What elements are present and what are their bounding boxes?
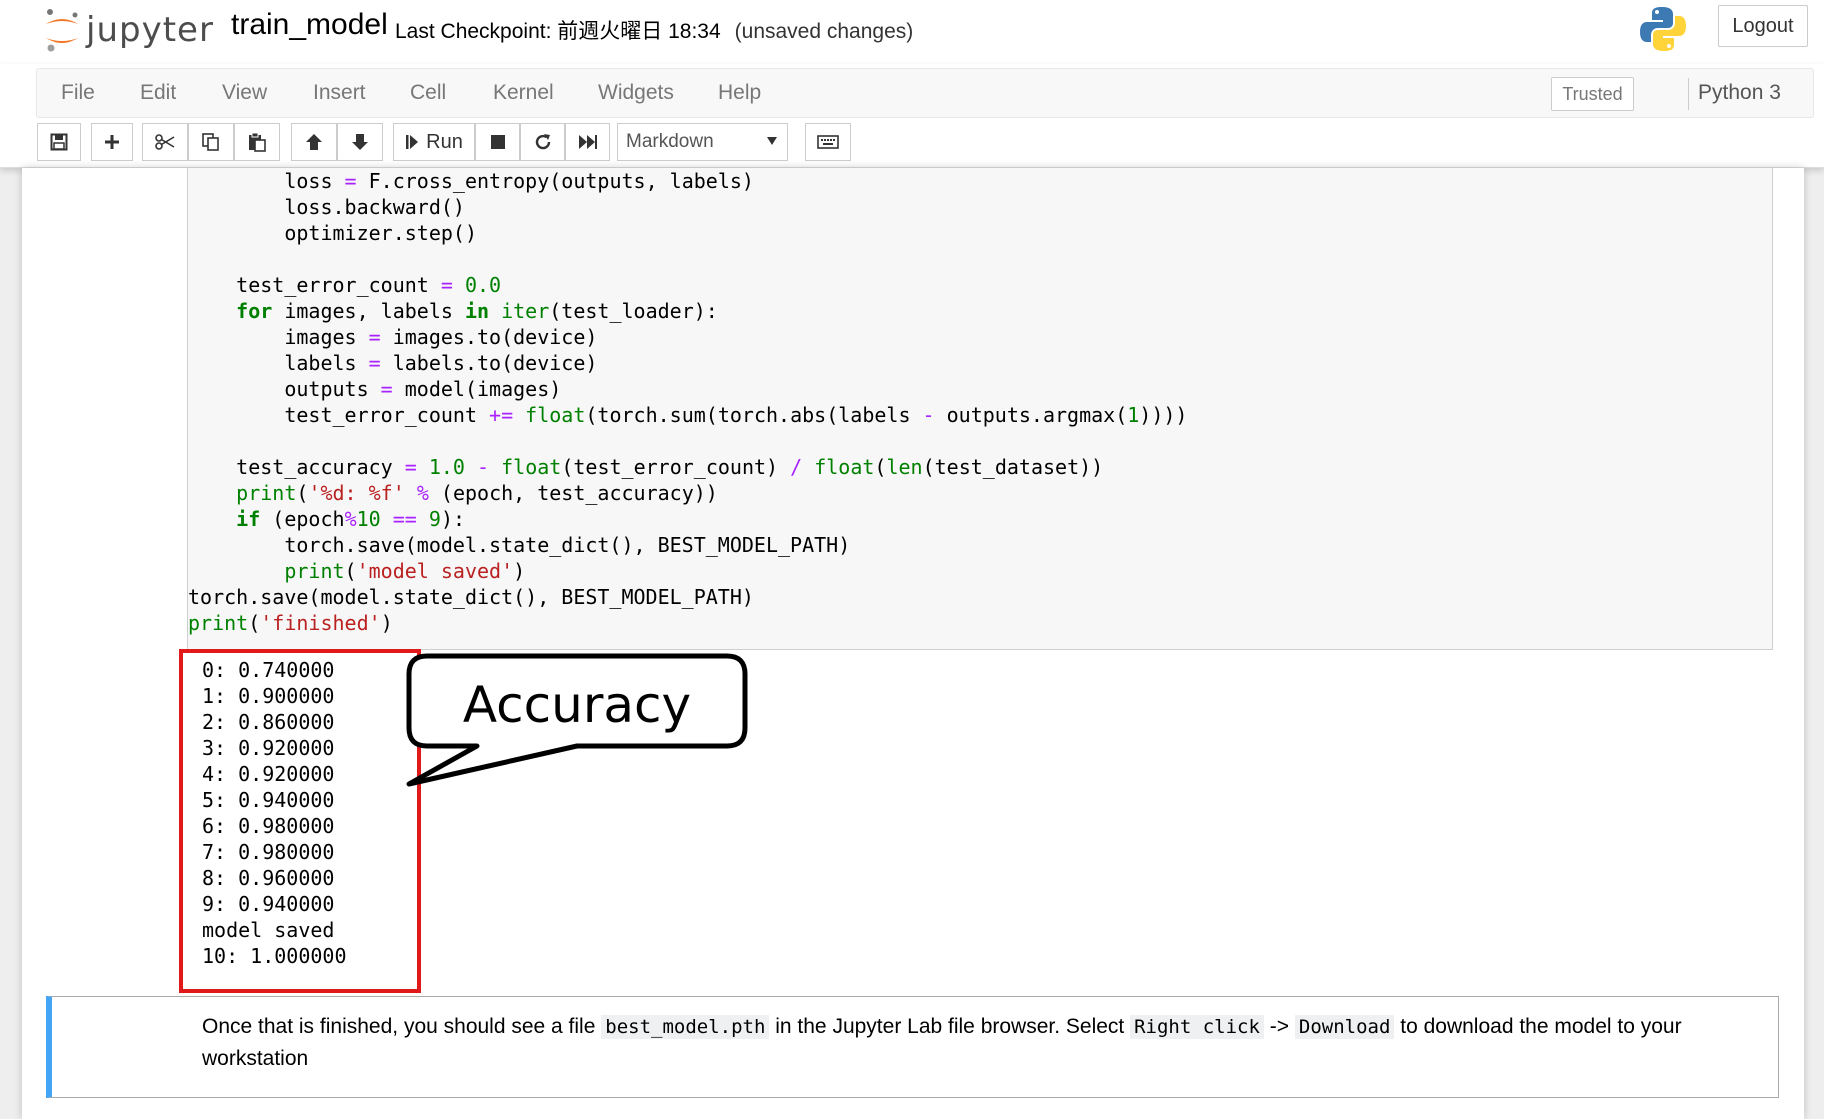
menu-help[interactable]: Help [718,81,761,105]
code-line: test_error_count = 0.0 [188,273,502,297]
output-line: 0: 0.740000 [202,658,335,682]
clipboard-icon [249,132,266,152]
logout-button[interactable]: Logout [1718,5,1808,47]
header: jupyter train_model Last Checkpoint: 前週火… [0,0,1824,64]
output-line: 7: 0.980000 [202,840,335,864]
menu-file[interactable]: File [61,81,95,105]
menubar: File Edit View Insert Cell Kernel Widget… [36,68,1814,118]
run-button[interactable]: Run [393,123,475,161]
cell-type-value: Markdown [626,131,714,152]
insert-cell-button[interactable] [91,123,133,161]
inline-code: Download [1294,1015,1395,1039]
jupyter-logo[interactable]: jupyter [42,4,214,56]
inline-code: Right click [1130,1015,1264,1039]
output-line: 4: 0.920000 [202,762,335,786]
cell-output: 0: 0.740000 1: 0.900000 2: 0.860000 3: 0… [180,647,430,992]
code-line: images = images.to(device) [188,325,598,349]
arrow-up-icon [306,134,322,150]
step-forward-icon [406,135,419,149]
scissors-icon [155,134,175,150]
cell-type-select[interactable]: Markdown [617,123,788,161]
output-line: 2: 0.860000 [202,710,335,734]
command-palette-button[interactable] [805,123,851,161]
kernel-separator [1688,78,1689,110]
arrow-down-icon [352,134,368,150]
copy-button[interactable] [188,123,234,161]
chevron-down-icon [767,137,777,145]
markdown-cell[interactable]: Once that is finished, you should see a … [46,996,1779,1098]
checkpoint-status: Last Checkpoint: 前週火曜日 18:34 (unsaved cha… [395,15,913,45]
restart-run-all-button[interactable] [565,123,610,161]
notebook-name[interactable]: train_model [231,8,388,42]
jupyter-logo-text: jupyter [86,10,214,50]
accuracy-callout: Accuracy [406,653,748,787]
code-line: labels = labels.to(device) [188,351,598,375]
menu-cell[interactable]: Cell [410,81,446,105]
code-line: test_accuracy = 1.0 - float(test_error_c… [188,455,1104,479]
move-up-button[interactable] [291,123,337,161]
cut-button[interactable] [142,123,188,161]
code-line: for images, labels in iter(test_loader): [236,299,718,323]
refresh-icon [535,134,550,150]
jupyter-logo-icon [46,9,78,52]
menu-insert[interactable]: Insert [313,81,366,105]
code-line: loss.backward() [188,195,465,219]
output-line: 1: 0.900000 [202,684,335,708]
menu-kernel[interactable]: Kernel [493,81,554,105]
code-line: outputs = model(images) [188,377,562,401]
code-line: if (epoch%10 == 9): [236,507,466,531]
markdown-text-part: in the Jupyter Lab file browser. Select [769,1015,1131,1038]
python-logo-icon [1640,7,1686,51]
code-line: print('%d: %f' % (epoch, test_accuracy)) [236,481,718,505]
output-line: 5: 0.940000 [202,788,335,812]
output-line: model saved [202,918,335,942]
markdown-text-part: -> [1263,1015,1295,1038]
output-line: 3: 0.920000 [202,736,335,760]
menubar-container: File Edit View Insert Cell Kernel Widget… [0,64,1824,168]
code-line: test_error_count += float(torch.sum(torc… [188,403,1188,427]
move-down-button[interactable] [337,123,383,161]
code-line: loss = F.cross_entropy(outputs, labels) [188,169,754,193]
interrupt-kernel-button[interactable] [475,123,520,161]
inline-code: best_model.pth [601,1015,770,1039]
kernel-name: Python 3 [1698,81,1781,104]
stop-icon [490,135,505,149]
code-cell-input[interactable]: loss = F.cross_entropy(outputs, labels) … [187,168,1773,650]
markdown-text: Once that is finished, you should see a … [202,1011,1762,1074]
output-line: 10: 1.000000 [202,944,347,968]
unsaved-changes-text: (unsaved changes) [734,20,914,43]
trusted-indicator[interactable]: Trusted [1551,77,1634,111]
code-line: print('model saved') [284,559,526,583]
output-line: 9: 0.940000 [202,892,335,916]
code-line: optimizer.step() [188,221,477,245]
code-line: torch.save(model.state_dict(), BEST_MODE… [188,585,754,609]
floppy-disk-icon [50,133,68,151]
checkpoint-text: Last Checkpoint: 前週火曜日 18:34 [395,20,721,43]
menu-view[interactable]: View [222,81,267,105]
markdown-text-part: Once that is finished, you should see a … [202,1015,602,1038]
copy-icon [202,133,219,151]
plus-icon [105,135,119,149]
save-button[interactable] [37,123,81,161]
menu-widgets[interactable]: Widgets [598,81,674,105]
output-line: 8: 0.960000 [202,866,335,890]
restart-kernel-button[interactable] [520,123,565,161]
code-line: print('finished') [188,611,393,635]
code-line: torch.save(model.state_dict(), BEST_MODE… [188,533,851,557]
notebook-container: loss = F.cross_entropy(outputs, labels) … [22,168,1804,1119]
fast-forward-icon [578,135,597,149]
keyboard-icon [817,135,839,149]
run-button-label: Run [426,130,463,153]
paste-button[interactable] [234,123,280,161]
menu-edit[interactable]: Edit [140,81,176,105]
callout-text: Accuracy [463,676,691,734]
output-line: 6: 0.980000 [202,814,335,838]
